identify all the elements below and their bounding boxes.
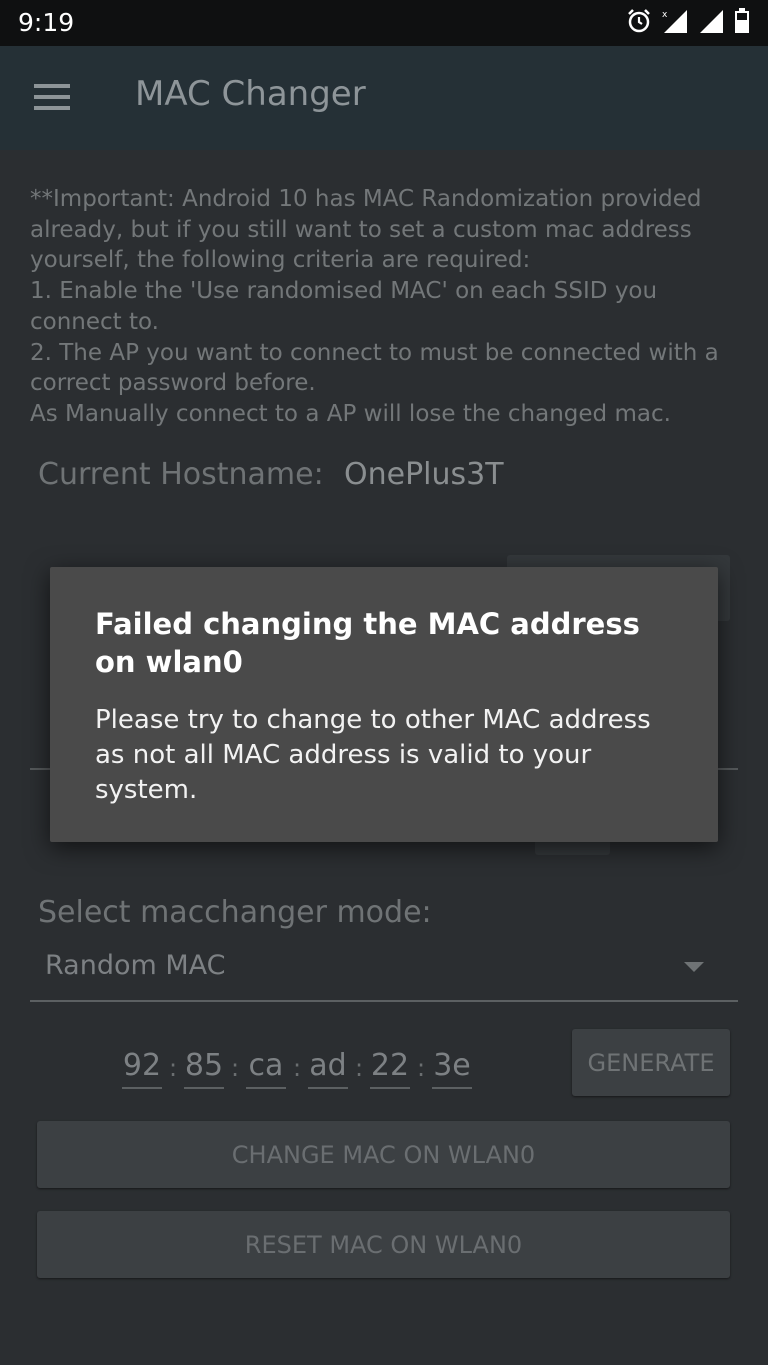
mac-octet-input[interactable]: 85: [184, 1048, 224, 1089]
mac-octet-input[interactable]: 92: [122, 1048, 162, 1089]
mac-address-inputs: 92 : 85 : ca : ad : 22 : 3e: [122, 1048, 472, 1098]
octet-separator: :: [354, 1054, 364, 1082]
status-icons: x: [626, 8, 750, 38]
screen: 9:19 x MAC Changer **Important: Android …: [0, 0, 768, 1365]
error-dialog: Failed changing the MAC address on wlan0…: [50, 567, 718, 842]
status-time: 9:19: [18, 8, 75, 37]
octet-separator: :: [168, 1054, 178, 1082]
app-bar: MAC Changer: [0, 46, 768, 150]
mac-octet-input[interactable]: 22: [370, 1048, 410, 1089]
dropdown-arrow-icon: [684, 962, 704, 972]
mac-octet-input[interactable]: ad: [308, 1048, 348, 1089]
menu-icon[interactable]: [34, 84, 70, 112]
hostname-value: OnePlus3T: [344, 457, 504, 492]
important-notice: **Important: Android 10 has MAC Randomiz…: [30, 186, 719, 427]
mode-select-value: Random MAC: [45, 950, 226, 981]
battery-icon: [734, 8, 750, 38]
mac-octet-input[interactable]: ca: [246, 1048, 286, 1089]
alarm-icon: [626, 8, 652, 38]
mode-label: Select macchanger mode:: [38, 895, 432, 930]
signal-icon: x: [662, 8, 688, 38]
signal-icon: [698, 8, 724, 38]
change-mac-button[interactable]: CHANGE MAC ON WLAN0: [37, 1121, 730, 1188]
generate-button[interactable]: GENERATE: [572, 1029, 730, 1096]
mac-octet-input[interactable]: 3e: [432, 1048, 472, 1089]
mode-select[interactable]: Random MAC: [30, 940, 738, 1002]
dialog-message: Please try to change to other MAC addres…: [95, 705, 651, 805]
status-bar: 9:19 x: [0, 0, 768, 46]
dialog-title: Failed changing the MAC address on wlan0: [95, 607, 640, 679]
octet-separator: :: [416, 1054, 426, 1082]
octet-separator: :: [230, 1054, 240, 1082]
hostname-label: Current Hostname:: [38, 457, 324, 492]
app-title: MAC Changer: [135, 74, 366, 114]
reset-mac-button[interactable]: RESET MAC ON WLAN0: [37, 1211, 730, 1278]
svg-text:x: x: [662, 10, 668, 20]
octet-separator: :: [292, 1054, 302, 1082]
